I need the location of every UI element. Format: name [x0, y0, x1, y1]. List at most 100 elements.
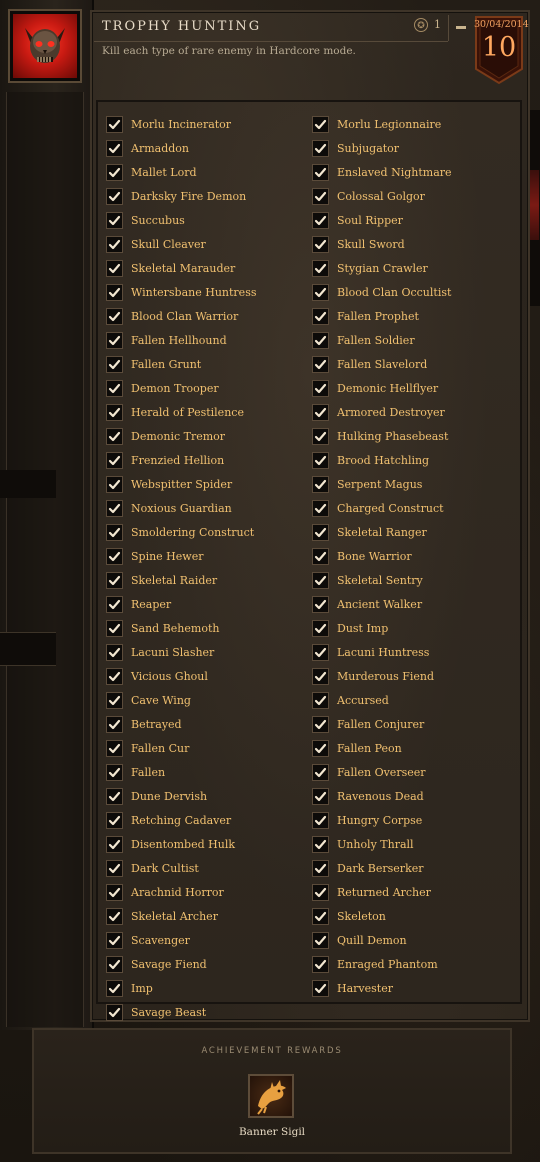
demon-skull-icon	[25, 28, 65, 63]
criteria-label: Vicious Ghoul	[131, 669, 208, 683]
checkmark-icon	[106, 499, 123, 517]
checkmark-icon	[106, 139, 123, 157]
checkmark-icon	[106, 715, 123, 733]
criteria-item: Enslaved Nightmare	[312, 162, 452, 182]
criteria-label: Dark Cultist	[131, 861, 199, 875]
criteria-item: Fallen	[106, 762, 165, 782]
criteria-item: Skeletal Marauder	[106, 258, 235, 278]
checkmark-icon	[106, 1003, 123, 1021]
criteria-label: Ravenous Dead	[337, 789, 424, 803]
criteria-item: Scavenger	[106, 930, 190, 950]
checkmark-icon	[106, 403, 123, 421]
checkmark-icon	[312, 331, 329, 349]
rewards-title: ACHIEVEMENT REWARDS	[201, 1046, 343, 1056]
collapse-icon[interactable]	[456, 26, 466, 29]
criteria-label: Webspitter Spider	[131, 477, 233, 491]
checkmark-icon	[106, 451, 123, 469]
checkmark-icon	[312, 763, 329, 781]
criteria-label: Fallen Grunt	[131, 357, 202, 371]
criteria-label: Succubus	[131, 213, 185, 227]
criteria-item: Skeleton	[312, 906, 386, 926]
criteria-label: Skeletal Marauder	[131, 261, 236, 275]
criteria-item: Fallen Overseer	[312, 762, 426, 782]
criteria-label: Skeleton	[337, 909, 386, 923]
criteria-item: Cave Wing	[106, 690, 191, 710]
rail-notch	[0, 470, 56, 498]
criteria-item: Frenzied Hellion	[106, 450, 224, 470]
checkmark-icon	[106, 283, 123, 301]
criteria-label: Arachnid Horror	[131, 885, 224, 899]
criteria-label: Disentombed Hulk	[131, 837, 236, 851]
criteria-label: Dune Dervish	[131, 789, 208, 803]
dragon-sigil-icon	[257, 1080, 286, 1115]
criteria-item: Morlu Incinerator	[106, 114, 231, 134]
criteria-list: Morlu Incinerator Armaddon Mallet Lord Dark…	[96, 100, 522, 1021]
reward-item[interactable]	[248, 1074, 294, 1118]
checkmark-icon	[312, 619, 329, 637]
checkmark-icon	[106, 571, 123, 589]
checkmark-icon	[312, 643, 329, 661]
criteria-label: Fallen Conjurer	[337, 717, 425, 731]
criteria-label: Skeletal Ranger	[337, 525, 427, 539]
criteria-label: Betrayed	[131, 717, 182, 731]
criteria-label: Herald of Pestilence	[131, 405, 244, 419]
criteria-label: Fallen Overseer	[337, 765, 426, 779]
criteria-label: Accursed	[337, 693, 389, 707]
achievement-badge	[8, 9, 82, 83]
criteria-label: Dust Imp	[337, 621, 389, 635]
criteria-label: Fallen Cur	[131, 741, 190, 755]
criteria-label: Skull Cleaver	[131, 237, 206, 251]
criteria-label: Serpent Magus	[337, 477, 423, 491]
criteria-item: Skeletal Archer	[106, 906, 218, 926]
criteria-item: Fallen Conjurer	[312, 714, 424, 734]
checkmark-icon	[312, 115, 329, 133]
criteria-item: Subjugator	[312, 138, 399, 158]
criteria-label: Fallen Prophet	[337, 309, 419, 323]
criteria-label: Skeletal Raider	[131, 573, 218, 587]
criteria-label: Savage Fiend	[131, 957, 207, 971]
checkmark-icon	[312, 475, 329, 493]
checkmark-icon	[106, 211, 123, 229]
checkmark-icon	[106, 547, 123, 565]
criteria-item: Hungry Corpse	[312, 810, 422, 830]
criteria-label: Wintersbane Huntress	[131, 285, 257, 299]
criteria-item: Fallen Slavelord	[312, 354, 427, 374]
criteria-label: Sand Behemoth	[131, 621, 220, 635]
checkmark-icon	[106, 811, 123, 829]
checkmark-icon	[106, 667, 123, 685]
checkmark-icon	[312, 427, 329, 445]
criteria-label: Demon Trooper	[131, 381, 219, 395]
checkmark-icon	[312, 571, 329, 589]
criteria-label: Fallen Peon	[337, 741, 402, 755]
criteria-item: Fallen Cur	[106, 738, 189, 758]
checkmark-icon	[106, 979, 123, 997]
criteria-item: Disentombed Hulk	[106, 834, 235, 854]
checkmark-icon	[106, 883, 123, 901]
checkmark-icon	[312, 451, 329, 469]
achievement-points: 1	[434, 18, 441, 31]
criteria-label: Fallen Slavelord	[337, 357, 428, 371]
checkmark-icon	[312, 883, 329, 901]
criteria-item: Webspitter Spider	[106, 474, 232, 494]
criteria-label: Fallen	[131, 765, 166, 779]
checkmark-icon	[312, 379, 329, 397]
criteria-label: Charged Construct	[337, 501, 444, 515]
criteria-item: Blood Clan Occultist	[312, 282, 451, 302]
criteria-label: Skeletal Archer	[131, 909, 218, 923]
checkmark-icon	[312, 523, 329, 541]
criteria-item: Returned Archer	[312, 882, 431, 902]
criteria-item: Skeletal Ranger	[312, 522, 427, 542]
criteria-label: Skeletal Sentry	[337, 573, 423, 587]
criteria-item: Savage Fiend	[106, 954, 207, 974]
criteria-item: Imp	[106, 978, 153, 998]
criteria-item: Arachnid Horror	[106, 882, 224, 902]
checkmark-icon	[312, 163, 329, 181]
checkmark-icon	[312, 715, 329, 733]
criteria-item: Fallen Hellhound	[106, 330, 227, 350]
criteria-label: Frenzied Hellion	[131, 453, 225, 467]
criteria-item: Succubus	[106, 210, 185, 230]
checkmark-icon	[106, 619, 123, 637]
criteria-item: Sand Behemoth	[106, 618, 219, 638]
criteria-label: Demonic Tremor	[131, 429, 226, 443]
checkmark-icon	[106, 115, 123, 133]
